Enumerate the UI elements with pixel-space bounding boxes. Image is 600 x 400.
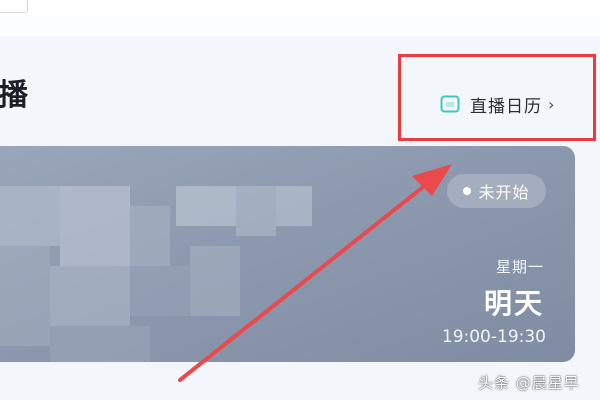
live-day: 明天 (483, 287, 544, 320)
calendar-icon (440, 95, 460, 113)
live-weekday: 星期一 (495, 258, 544, 276)
blurred-cover-block (0, 186, 60, 246)
status-text: 未开始 (478, 183, 530, 202)
blurred-cover-block (50, 266, 130, 326)
blurred-cover-block (60, 186, 130, 266)
live-time-range: 19:00-19:30 (441, 327, 546, 347)
blurred-cover-block (276, 186, 312, 226)
blurred-cover-block (130, 266, 190, 316)
watermark-text: 头条 @晨星早 (478, 374, 580, 392)
top-tab[interactable] (0, 0, 28, 13)
blurred-cover-block (236, 186, 276, 236)
calendar-link-label: 直播日历 (470, 96, 542, 117)
section-title: 播 (0, 78, 29, 113)
blurred-cover-block (130, 206, 170, 266)
status-dot-icon (463, 187, 472, 195)
live-calendar-link[interactable]: 直播日历 › (440, 92, 555, 117)
blurred-cover-block (50, 326, 150, 362)
blurred-cover-block (190, 246, 240, 316)
top-strip (0, 0, 600, 16)
blurred-cover-block (0, 246, 50, 346)
status-badge: 未开始 (447, 174, 546, 208)
chevron-right-icon: › (548, 94, 555, 114)
blurred-cover-block (176, 186, 236, 226)
